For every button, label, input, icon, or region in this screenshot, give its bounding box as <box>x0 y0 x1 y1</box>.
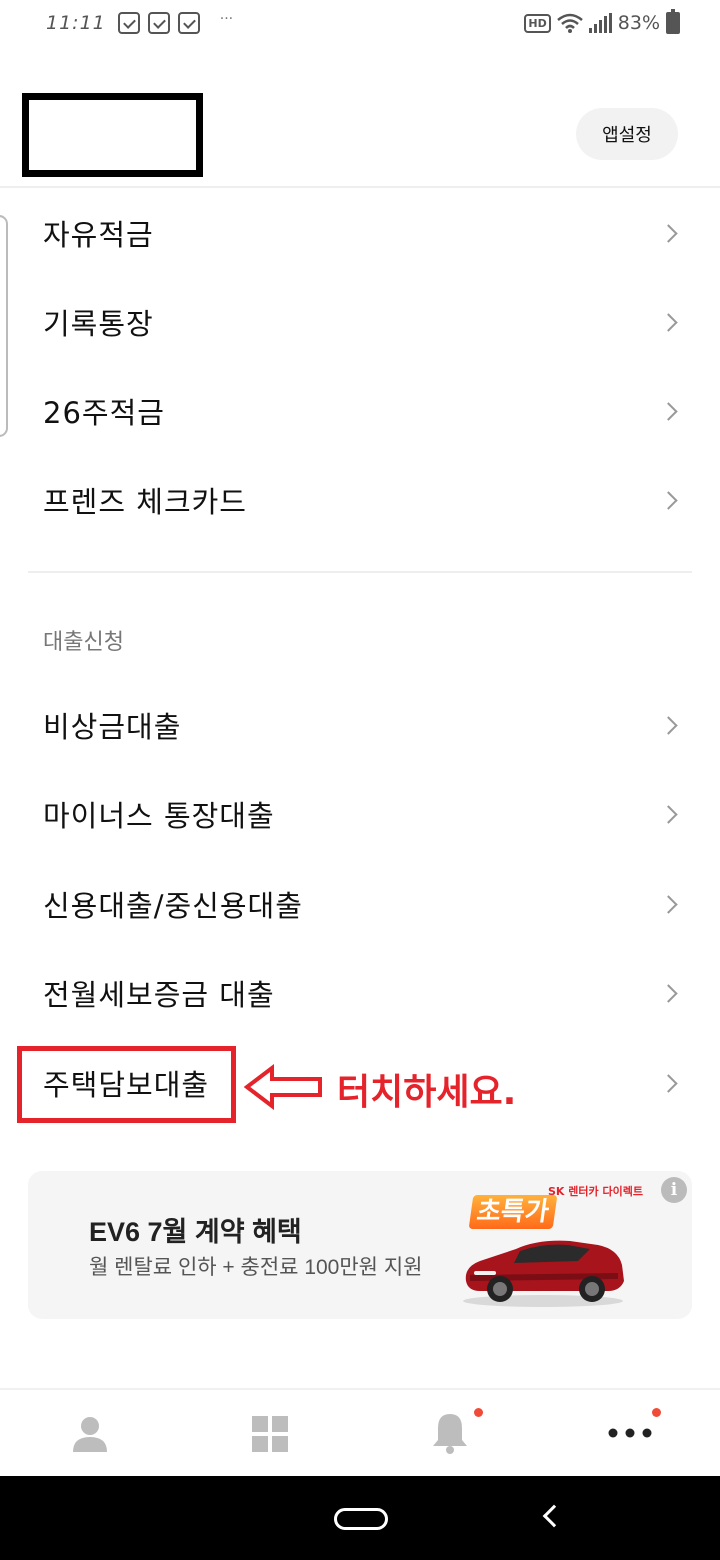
chevron-right-icon <box>659 894 678 914</box>
menu-item-label: 기록통장 <box>43 307 154 341</box>
menu-item-label: 전월세보증금 대출 <box>43 978 275 1012</box>
app-settings-button[interactable]: 앱설정 <box>576 108 678 160</box>
calendar-check-icon <box>147 12 170 34</box>
section-divider <box>28 571 692 573</box>
status-bar: 11:11 ··· HD 83% <box>0 0 720 52</box>
nav-profile[interactable] <box>30 1390 150 1478</box>
chevron-right-icon <box>659 490 678 510</box>
menu-item-label: 26주적금 <box>43 396 165 430</box>
annotation-text: 터치하세요. <box>337 1072 517 1113</box>
menu-item-label: 신용대출/중신용대출 <box>43 889 303 923</box>
chevron-right-icon <box>659 1073 678 1093</box>
menu-item-record-account[interactable]: 기록통장 <box>0 277 720 367</box>
redacted-logo <box>22 93 203 177</box>
chevron-right-icon <box>659 804 678 824</box>
chevron-right-icon <box>659 223 678 243</box>
home-button[interactable] <box>334 1508 388 1530</box>
menu-item-label: 프렌즈 체크카드 <box>43 485 247 519</box>
battery-icon <box>666 9 680 34</box>
menu-item-overdraft-loan[interactable]: 마이너스 통장대출 <box>0 769 720 859</box>
more-badge <box>652 1408 661 1417</box>
calendar-check-icon <box>117 12 140 34</box>
banner-subtitle: 월 렌탈료 인하 + 충전료 100만원 지원 <box>89 1256 423 1279</box>
signal-icon <box>588 13 612 33</box>
chevron-right-icon <box>659 312 678 332</box>
menu-item-label: 마이너스 통장대출 <box>43 799 275 833</box>
menu-item-friends-check-card[interactable]: 프렌즈 체크카드 <box>0 455 720 545</box>
app-header: 앱설정 <box>0 52 720 188</box>
menu-item-label: 비상금대출 <box>43 710 182 744</box>
menu-item-emergency-loan[interactable]: 비상금대출 <box>0 680 720 770</box>
more-icon <box>608 1428 652 1438</box>
hd-voice-icon: HD <box>524 13 551 33</box>
wifi-icon <box>556 13 583 33</box>
nav-grid[interactable] <box>210 1390 330 1478</box>
chevron-right-icon <box>659 715 678 735</box>
menu-item-label: 자유적금 <box>43 218 154 252</box>
ad-banner[interactable]: EV6 7월 계약 혜택 월 렌탈료 인하 + 충전료 100만원 지원 SK … <box>28 1171 692 1319</box>
car-image <box>463 1240 624 1307</box>
chevron-right-icon <box>659 983 678 1003</box>
bottom-navigation <box>0 1388 720 1476</box>
person-icon <box>73 1417 107 1452</box>
battery-percent: 83% <box>617 12 660 34</box>
grid-icon <box>252 1416 288 1452</box>
banner-brand: SK 렌터카 다이렉트 <box>548 1185 643 1198</box>
bell-icon <box>433 1414 467 1454</box>
info-icon[interactable]: i <box>661 1177 687 1203</box>
notification-badge <box>474 1408 483 1417</box>
menu-item-jeonse-loan[interactable]: 전월세보증금 대출 <box>0 948 720 1038</box>
more-notifications-icon: ··· <box>219 11 234 27</box>
nav-notifications[interactable] <box>390 1390 510 1478</box>
nav-more[interactable] <box>570 1390 690 1478</box>
loan-section-title: 대출신청 <box>43 630 124 655</box>
left-arrow-icon <box>244 1064 322 1110</box>
banner-title: EV6 7월 계약 혜택 <box>89 1217 302 1247</box>
menu-item-credit-loan[interactable]: 신용대출/중신용대출 <box>0 859 720 949</box>
status-time: 11:11 <box>46 12 106 34</box>
annotation-highlight-box <box>17 1046 236 1123</box>
back-icon[interactable] <box>542 1504 566 1528</box>
system-navigation-bar <box>0 1476 720 1560</box>
menu-item-26week-savings[interactable]: 26주적금 <box>0 366 720 456</box>
chevron-right-icon <box>659 401 678 421</box>
calendar-check-icon <box>177 12 200 34</box>
menu-item-free-savings[interactable]: 자유적금 <box>0 188 720 278</box>
